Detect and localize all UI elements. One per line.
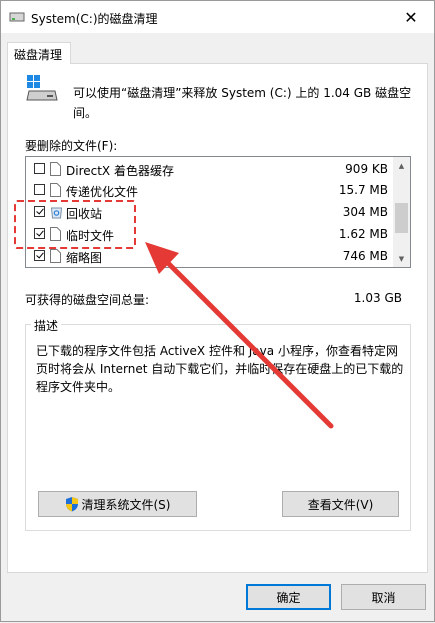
file-icon [50, 227, 61, 241]
checkbox[interactable] [34, 250, 45, 261]
space-gain-value: 1.03 GB [353, 291, 402, 305]
description-text: 已下载的程序文件包括 ActiveX 控件和 Java 小程序，你查看特定网页时… [36, 344, 404, 394]
drive-icon [9, 12, 25, 22]
list-item[interactable]: DirectX 着色器缓存 909 KB [26, 159, 394, 180]
list-item[interactable]: 传递优化文件 15.7 MB [26, 180, 394, 201]
scroll-up-icon[interactable]: ▲ [393, 157, 410, 174]
scroll-thumb[interactable] [395, 203, 408, 233]
file-size: 304 MB [342, 205, 388, 219]
description-title: 描述 [31, 317, 62, 334]
disk-cleanup-window: System(C:)的磁盘清理 ✕ 磁盘清理 可以使用“磁盘清理”来释放 Sys… [0, 0, 435, 622]
checkbox[interactable] [34, 184, 45, 195]
title-bar: System(C:)的磁盘清理 ✕ [1, 1, 434, 33]
clean-system-files-label: 清理系统文件(S) [81, 497, 171, 512]
file-name: 传递优化文件 [66, 185, 139, 199]
uac-shield-icon [65, 497, 78, 512]
file-icon [50, 249, 61, 263]
file-size: 909 KB [345, 162, 388, 176]
file-size: 1.62 MB [338, 227, 388, 241]
list-item[interactable]: 回收站 304 MB [26, 202, 394, 223]
list-item[interactable]: 缩略图 746 MB [26, 246, 394, 267]
file-size: 15.7 MB [338, 183, 388, 197]
file-icon [50, 183, 61, 197]
file-name: DirectX 着色器缓存 [66, 164, 174, 178]
file-icon [50, 162, 61, 176]
close-icon[interactable]: ✕ [404, 8, 417, 27]
file-size: 746 MB [342, 249, 388, 263]
vertical-scrollbar[interactable]: ▲ ▼ [393, 157, 410, 267]
file-name: 回收站 [66, 207, 103, 221]
checkbox[interactable] [34, 206, 45, 217]
checkbox[interactable] [34, 228, 45, 239]
file-name: 临时文件 [66, 229, 115, 243]
intro-text: 可以使用“磁盘清理”来释放 System (C:) 上的 1.04 GB 磁盘空… [73, 86, 412, 120]
cancel-label: 取消 [371, 590, 396, 605]
file-list[interactable]: DirectX 着色器缓存 909 KB 传递优化文件 15.7 MB 回收站 … [25, 156, 411, 268]
cancel-button[interactable]: 取消 [341, 584, 426, 610]
file-name: 缩略图 [66, 251, 103, 265]
list-item[interactable]: 临时文件 1.62 MB [26, 224, 394, 245]
recycle-bin-icon [50, 207, 63, 219]
view-files-button[interactable]: 查看文件(V) [282, 491, 399, 517]
space-gain-label: 可获得的磁盘空间总量: [25, 293, 150, 307]
files-label: 要删除的文件(F): [25, 139, 118, 153]
disk-cleanup-icon [26, 75, 58, 101]
window-title: System(C:)的磁盘清理 [31, 12, 158, 26]
checkbox[interactable] [34, 163, 45, 174]
ok-button[interactable]: 确定 [246, 584, 331, 610]
tab-disk-cleanup[interactable]: 磁盘清理 [7, 42, 71, 64]
view-files-label: 查看文件(V) [307, 497, 374, 512]
clean-system-files-button[interactable]: 清理系统文件(S) [38, 491, 197, 517]
ok-label: 确定 [276, 590, 301, 605]
close-button[interactable]: ✕ [388, 1, 434, 33]
scroll-down-icon[interactable]: ▼ [393, 250, 410, 267]
tab-label: 磁盘清理 [14, 48, 63, 62]
